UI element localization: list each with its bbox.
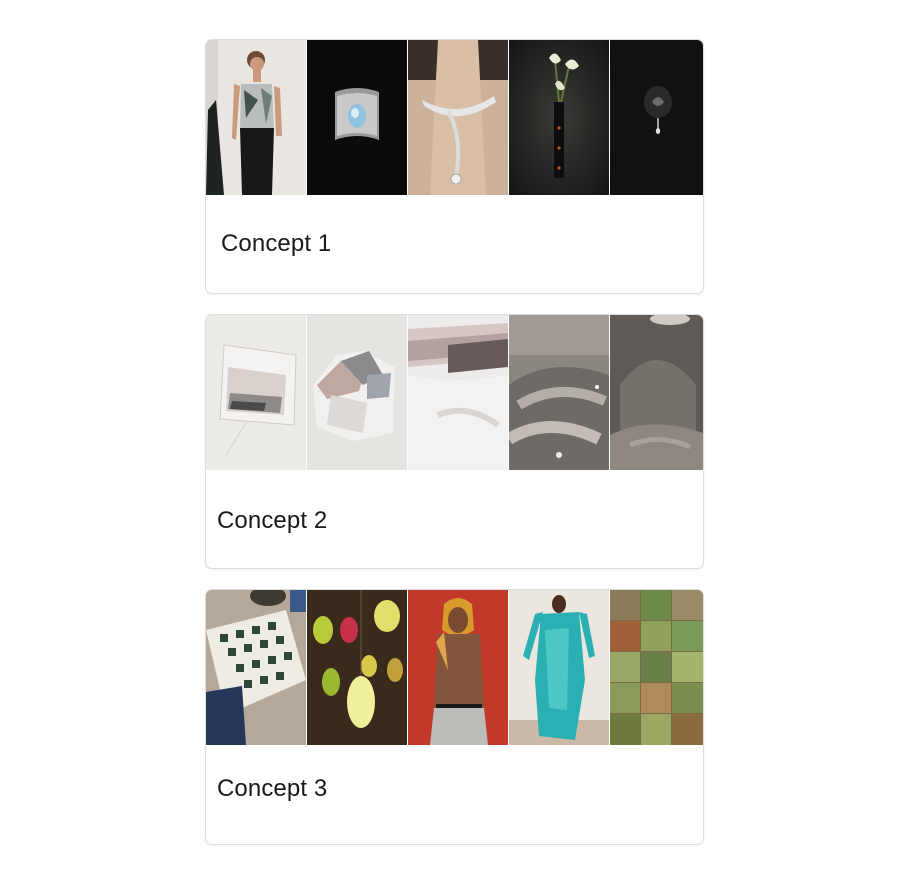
colorful-lanterns-photo <box>307 590 407 745</box>
curved-concrete-interior-photo <box>509 315 609 470</box>
thumbnail-strip <box>206 40 703 195</box>
teal-knit-garment-photo <box>509 590 609 745</box>
silver-cuff-bracelet-photo <box>307 40 407 195</box>
concept-list: Concept 1 Concept 2 Concept 3 <box>205 39 704 865</box>
thumbnail-strip <box>206 315 703 470</box>
calla-lily-vase-photo <box>509 40 609 195</box>
stacked-fabric-closeup-photo <box>408 315 508 470</box>
domed-stone-room-photo <box>610 315 703 470</box>
concept-card-3[interactable]: Concept 3 <box>205 589 704 845</box>
concept-title: Concept 2 <box>217 507 328 534</box>
concept-card-2[interactable]: Concept 2 <box>205 314 704 569</box>
concept-card-1[interactable]: Concept 1 <box>205 39 704 294</box>
checkered-rug-still-life-photo <box>206 590 306 745</box>
man-with-headscarf-photo <box>408 590 508 745</box>
concept-title: Concept 1 <box>221 230 332 257</box>
woman-in-strapless-top-photo <box>206 40 306 195</box>
concept-title: Concept 3 <box>217 775 328 802</box>
silver-neck-collar-photo <box>408 40 508 195</box>
sheer-fabric-bag-photo <box>206 315 306 470</box>
green-tile-mosaic-photo <box>610 590 703 745</box>
black-pendant-photo <box>610 40 703 195</box>
folded-silk-pouch-photo <box>307 315 407 470</box>
thumbnail-strip <box>206 590 703 745</box>
